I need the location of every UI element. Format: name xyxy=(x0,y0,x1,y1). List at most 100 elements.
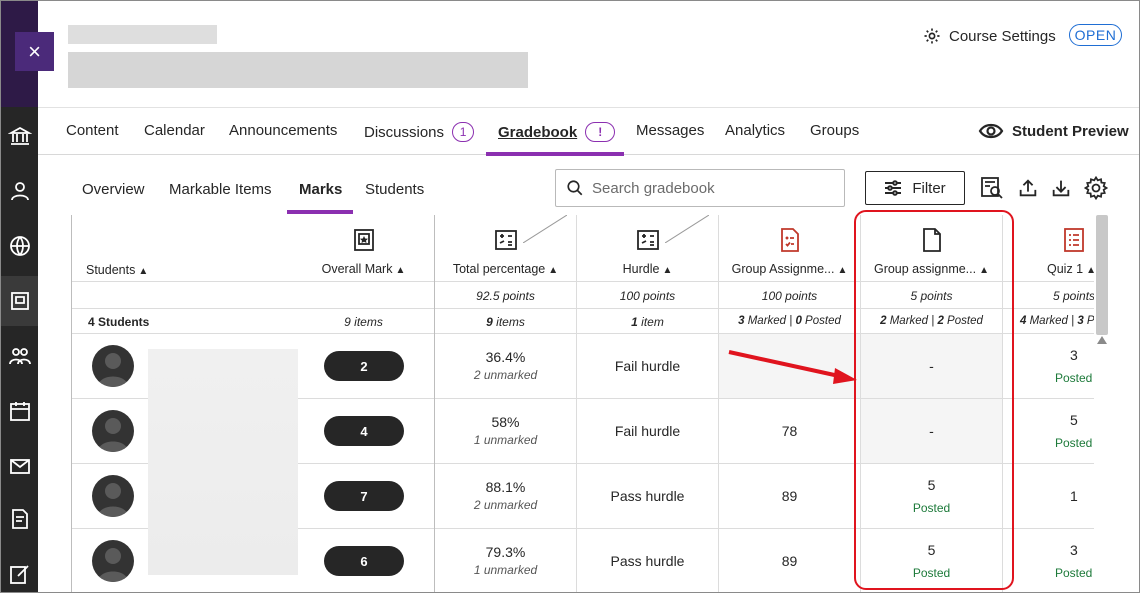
hurdle-items-count: 1 item xyxy=(631,315,664,329)
courses-icon[interactable] xyxy=(7,288,33,314)
scroll-up-arrow[interactable] xyxy=(1096,334,1108,346)
active-tab-indicator xyxy=(486,152,624,156)
tab-content[interactable]: Content xyxy=(66,122,119,139)
course-status-badge[interactable]: OPEN xyxy=(1069,24,1122,46)
quiz-items-count: 4 Marked | 3 P xyxy=(1020,315,1094,327)
posted-status: Posted xyxy=(1055,370,1093,385)
course-code-placeholder xyxy=(68,25,217,44)
group-assignment-b-cell[interactable]: - xyxy=(861,334,1002,398)
group-assignment-a-cell[interactable]: 78 xyxy=(719,398,860,463)
close-button[interactable]: × xyxy=(15,32,54,71)
organizations-icon[interactable] xyxy=(7,343,33,369)
column-header-group-assignment-b[interactable]: Group assignme... ▲︎ xyxy=(861,262,1002,276)
subtab-students[interactable]: Students xyxy=(365,181,424,198)
cell-subtext: 2 unmarked xyxy=(473,368,538,382)
cell-subtext: 2 unmarked xyxy=(473,498,538,512)
quiz-1-cell[interactable]: 1 xyxy=(1003,463,1139,528)
tab-label: Discussions xyxy=(364,123,445,141)
gradebook-alert-badge: ! xyxy=(585,122,616,142)
total-points: 92.5 points xyxy=(476,289,535,303)
hurdle-cell[interactable]: Fail hurdle xyxy=(577,398,718,463)
tab-calendar[interactable]: Calendar xyxy=(144,122,205,139)
tab-groups[interactable]: Groups xyxy=(810,122,859,139)
group-assignment-a-cell[interactable]: 89 xyxy=(719,528,860,592)
quiz-1-cell[interactable]: 3 Posted xyxy=(1003,528,1139,592)
tab-discussions[interactable]: Discussions 1 xyxy=(364,122,475,142)
column-overall-mark: Overall Mark ▲︎ 9 items xyxy=(293,215,434,592)
hurdle-points: 100 points xyxy=(619,289,676,303)
grid-line xyxy=(71,215,72,592)
filter-label: Filter xyxy=(912,179,946,197)
group-assignment-b-cell[interactable]: - xyxy=(861,399,1002,463)
column-header-group-assignment-a[interactable]: Group Assignme... ▲︎ xyxy=(719,262,860,276)
column-header-overall-mark[interactable]: Overall Mark ▲︎ xyxy=(293,262,434,276)
total-percentage-cell[interactable]: 79.3% 1 unmarked xyxy=(435,528,576,592)
subtab-marks[interactable]: Marks xyxy=(299,181,342,198)
cell-value: - xyxy=(929,423,934,439)
tab-analytics[interactable]: Analytics xyxy=(725,122,785,139)
tab-announcements[interactable]: Announcements xyxy=(229,122,337,139)
left-rail xyxy=(1,1,38,592)
hurdle-cell[interactable]: Fail hurdle xyxy=(577,333,718,398)
cell-value: 89 xyxy=(781,487,798,504)
course-settings-label: Course Settings xyxy=(949,27,1056,45)
hurdle-cell[interactable]: Pass hurdle xyxy=(577,463,718,528)
column-header-hurdle[interactable]: Hurdle ▲︎ xyxy=(577,262,718,276)
student-preview-button[interactable]: Student Preview xyxy=(978,121,1129,141)
column-header-quiz-1[interactable]: Quiz 1▲︎ xyxy=(1003,262,1094,276)
tab-gradebook[interactable]: Gradebook! xyxy=(498,122,616,142)
close-icon: × xyxy=(28,38,41,64)
globe-icon[interactable] xyxy=(7,233,33,259)
overall-mark-pill[interactable]: 2 xyxy=(324,351,404,381)
cell-value: Pass hurdle xyxy=(610,487,685,504)
hurdle-cell[interactable]: Pass hurdle xyxy=(577,528,718,592)
tab-label: Content xyxy=(66,122,119,139)
filter-button[interactable]: Filter xyxy=(865,171,965,205)
group-b-items-count: 2 Marked | 2 Posted xyxy=(880,315,983,327)
settings-icon[interactable] xyxy=(1083,175,1109,201)
institution-icon[interactable] xyxy=(7,123,33,149)
group-assignment-a-cell[interactable] xyxy=(719,334,860,398)
messages-icon[interactable] xyxy=(7,453,33,479)
group-assignment-b-cell[interactable]: 5 Posted xyxy=(861,528,1002,592)
edit-icon[interactable] xyxy=(7,561,33,587)
total-percentage-cell[interactable]: 36.4% 2 unmarked xyxy=(435,333,576,398)
profile-icon[interactable] xyxy=(7,178,33,204)
scrollbar-thumb[interactable] xyxy=(1096,215,1108,335)
overall-mark-pill[interactable]: 6 xyxy=(324,546,404,576)
overall-mark-pill[interactable]: 7 xyxy=(324,481,404,511)
search-input[interactable] xyxy=(592,179,832,197)
subtab-overview[interactable]: Overview xyxy=(82,181,145,198)
cell-value: 3 xyxy=(1070,541,1078,558)
header-divider-slash xyxy=(665,215,709,243)
subtab-markable-items[interactable]: Markable Items xyxy=(169,181,272,198)
cell-value: 1 xyxy=(1070,487,1078,504)
report-icon[interactable] xyxy=(979,175,1005,201)
cell-subtext: 1 unmarked xyxy=(473,563,538,577)
download-icon[interactable] xyxy=(1048,175,1074,201)
overall-mark-pill[interactable]: 4 xyxy=(324,416,404,446)
calculation-icon xyxy=(494,230,517,250)
cell-value: 89 xyxy=(781,552,798,569)
cell-value: 58% xyxy=(491,414,520,430)
upload-icon[interactable] xyxy=(1015,175,1041,201)
tab-label: Announcements xyxy=(229,122,338,139)
total-percentage-cell[interactable]: 88.1% 2 unmarked xyxy=(435,463,576,528)
search-box xyxy=(555,169,845,207)
column-header-students[interactable]: Students ▲︎ xyxy=(73,263,293,277)
tab-messages[interactable]: Messages xyxy=(636,122,704,139)
eye-icon xyxy=(978,123,1004,139)
grades-icon[interactable] xyxy=(7,506,33,532)
cell-value: Fail hurdle xyxy=(614,422,681,439)
avatar xyxy=(92,475,134,517)
quiz-1-cell[interactable]: 5 Posted xyxy=(1003,398,1139,463)
group-assignment-b-cell[interactable]: 5 Posted xyxy=(861,463,1002,528)
calendar-icon[interactable] xyxy=(7,398,33,424)
quiz-1-cell[interactable]: 3 Posted xyxy=(1003,333,1139,398)
calculation-icon xyxy=(636,230,659,250)
total-percentage-cell[interactable]: 58% 1 unmarked xyxy=(435,398,576,463)
course-settings-link[interactable]: Course Settings xyxy=(923,25,1056,47)
total-items-count: 9 items xyxy=(486,315,525,329)
group-assignment-a-cell[interactable]: 89 xyxy=(719,463,860,528)
column-header-total-percentage[interactable]: Total percentage ▲︎ xyxy=(435,262,576,276)
